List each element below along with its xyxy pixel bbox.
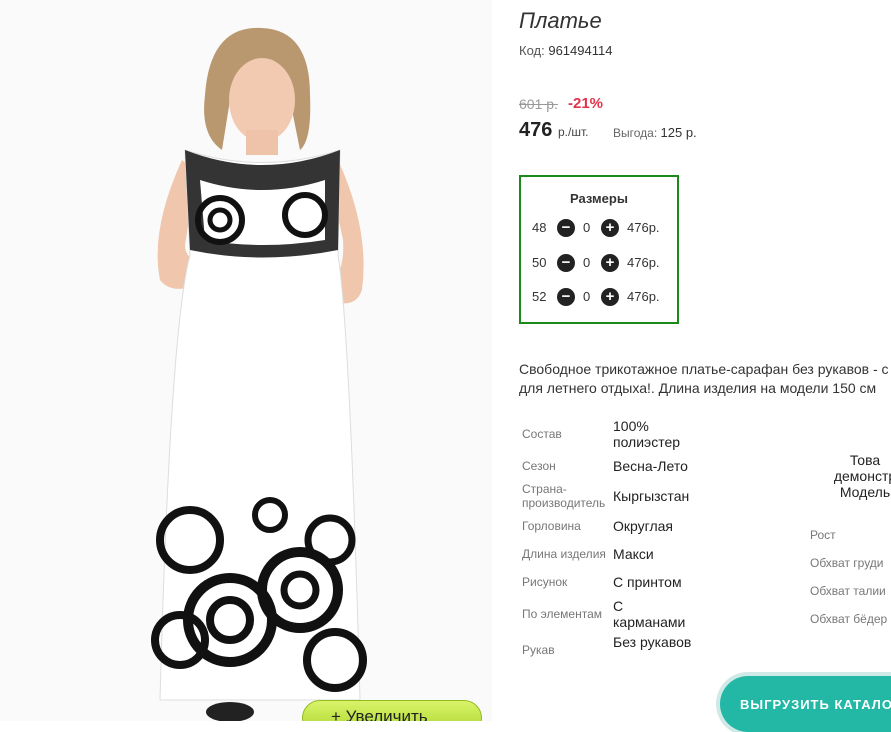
minus-icon[interactable]: − <box>557 254 575 272</box>
product-title: Платье <box>519 8 602 33</box>
discount-badge: -21% <box>568 95 604 112</box>
price-unit: р./шт. <box>558 125 589 139</box>
description-line: для летнего отдыха!. Длина изделия на мо… <box>519 380 877 396</box>
prop-value: Без рукавов <box>613 634 692 650</box>
size-label: 52 <box>532 289 547 304</box>
size-quantity: 0 <box>583 255 591 270</box>
prop-value: С карманами <box>613 598 686 630</box>
plus-icon[interactable]: + <box>601 288 619 306</box>
dress-model-image <box>0 0 492 721</box>
description-line: Свободное трикотажное платье-сарафан без… <box>519 361 889 377</box>
prop-value: Округлая <box>613 518 673 534</box>
old-price: 601 р. <box>519 96 558 112</box>
export-catalog-button[interactable]: ВЫГРУЗИТЬ КАТАЛОГ <box>720 676 891 732</box>
code-label: Код: <box>519 43 545 58</box>
prop-label: Рукав <box>522 643 555 657</box>
product-code: Код: 961494114 <box>519 43 612 58</box>
prop-value: Кыргызстан <box>613 488 690 504</box>
model-note-line: демонстр <box>833 468 891 484</box>
minus-icon[interactable]: − <box>557 219 575 237</box>
benefit-label: Выгода: <box>613 126 658 140</box>
prop-label: Состав <box>522 427 562 441</box>
minus-icon[interactable]: − <box>557 288 575 306</box>
size-quantity: 0 <box>583 220 591 235</box>
model-chest-label: Обхват груди <box>810 556 884 570</box>
plus-icon[interactable]: + <box>601 219 619 237</box>
sizes-panel: Размеры 48 − 0 + 476р. 50 − 0 + 476р. 52… <box>519 175 679 324</box>
current-price: 476 <box>519 119 553 141</box>
model-hips-label: Обхват бёдер <box>810 612 888 626</box>
prop-value: Весна-Лето <box>613 458 688 474</box>
model-waist-label: Обхват талии <box>810 584 886 598</box>
prop-label: Рисунок <box>522 575 568 589</box>
size-quantity: 0 <box>583 289 591 304</box>
size-label: 48 <box>532 220 547 235</box>
model-note-line: Това <box>849 452 881 468</box>
size-price: 476р. <box>627 289 660 304</box>
code-value: 961494114 <box>548 43 613 58</box>
plus-icon[interactable]: + <box>601 254 619 272</box>
prop-label: Горловина <box>522 519 581 533</box>
prop-label: Сезон <box>522 459 556 473</box>
model-height-label: Рост <box>810 528 836 542</box>
prop-label: Длина изделия <box>522 547 606 561</box>
sizes-title: Размеры <box>570 191 628 206</box>
benefit: Выгода: 125 р. <box>613 125 697 140</box>
product-photo[interactable]: + Увеличить <box>0 0 492 721</box>
benefit-value: 125 р. <box>660 125 697 140</box>
zoom-button[interactable]: + Увеличить <box>302 700 482 721</box>
prop-label: По элементам <box>522 607 603 621</box>
prop-label: Страна-производитель <box>522 482 606 510</box>
model-note: Това демонстр Модель <box>830 452 891 500</box>
size-label: 50 <box>532 255 547 270</box>
product-description: Свободное трикотажное платье-сарафан без… <box>519 360 891 398</box>
prop-value: Макси <box>613 546 654 562</box>
prop-value: 100% полиэстер <box>613 418 681 450</box>
size-price: 476р. <box>627 255 660 270</box>
size-price: 476р. <box>627 220 660 235</box>
model-note-line: Модель <box>839 484 891 500</box>
prop-value: С принтом <box>613 574 682 590</box>
